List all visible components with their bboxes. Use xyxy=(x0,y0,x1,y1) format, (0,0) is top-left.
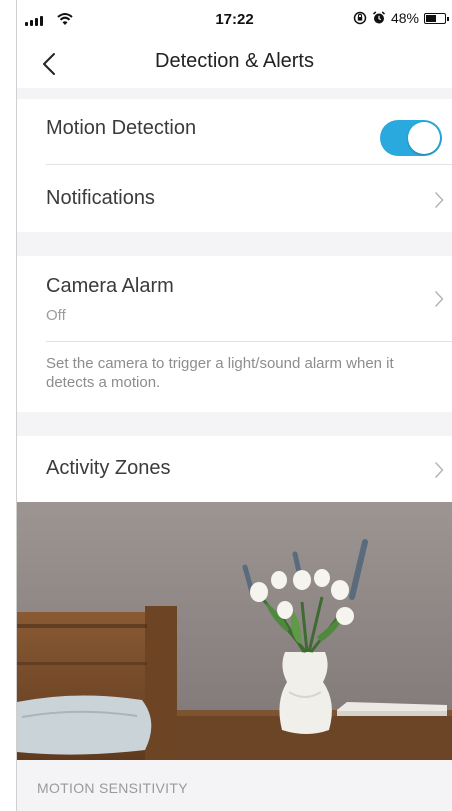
battery-percentage: 48% xyxy=(390,10,419,26)
camera-alarm-description-text: Set the camera to trigger a light/sound … xyxy=(46,355,394,391)
alarm-icon xyxy=(372,11,385,24)
activity-zones-row[interactable]: Activity Zones xyxy=(17,436,452,502)
app-screen: 17:22 48% Detection & Alerts Motion Dete… xyxy=(0,0,452,811)
camera-preview-image xyxy=(17,502,452,760)
notifications-row[interactable]: Notifications xyxy=(17,165,452,232)
status-bar: 17:22 48% xyxy=(17,0,452,40)
notifications-label: Notifications xyxy=(46,187,155,209)
page-title: Detection & Alerts xyxy=(155,50,314,72)
motion-detection-row: Motion Detection xyxy=(17,99,452,165)
activity-zones-label: Activity Zones xyxy=(46,457,171,479)
group-spacer xyxy=(17,412,452,436)
camera-alarm-value: Off xyxy=(46,307,66,324)
chevron-right-icon xyxy=(434,290,444,308)
orientation-lock-icon xyxy=(353,11,367,25)
chevron-right-icon xyxy=(434,191,444,209)
navigation-bar: Detection & Alerts xyxy=(17,40,452,88)
battery-icon xyxy=(424,12,449,24)
toggle-knob xyxy=(408,122,440,154)
group-spacer xyxy=(17,232,452,256)
chevron-right-icon xyxy=(434,461,444,479)
section-header-label: MOTION SENSITIVITY xyxy=(37,780,188,796)
motion-detection-toggle[interactable] xyxy=(380,120,442,156)
group-spacer xyxy=(17,88,452,99)
camera-alarm-label: Camera Alarm xyxy=(46,275,174,297)
camera-alarm-description: Set the camera to trigger a light/sound … xyxy=(17,342,452,412)
status-indicators: 48% xyxy=(353,10,449,26)
camera-alarm-row[interactable]: Camera Alarm Off xyxy=(17,256,452,342)
room-scene-illustration xyxy=(17,502,452,760)
motion-detection-label: Motion Detection xyxy=(46,117,197,139)
motion-sensitivity-header: MOTION SENSITIVITY xyxy=(17,760,452,811)
